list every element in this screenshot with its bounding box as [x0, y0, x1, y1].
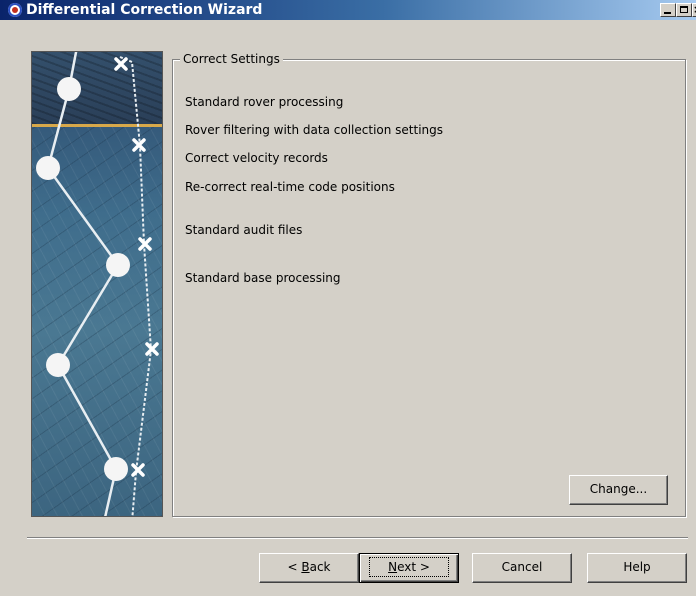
wizard-window: Differential Correction Wizard ×: [0, 0, 696, 596]
back-mnemonic: B: [301, 560, 310, 574]
back-prefix: <: [287, 560, 302, 574]
window-title: Differential Correction Wizard: [26, 2, 263, 18]
x-marker: [131, 463, 145, 477]
minimize-button[interactable]: [660, 3, 676, 17]
next-focus-ring: Next >: [369, 557, 449, 577]
circle-path-line: [46, 52, 120, 516]
button-separator: [27, 537, 688, 539]
minimize-icon: [664, 12, 671, 14]
setting-audit-files: Standard audit files: [185, 223, 303, 237]
back-rest: ack: [309, 560, 331, 574]
change-button-label: Change...: [589, 482, 648, 496]
x-marker: [145, 342, 159, 356]
group-legend: Correct Settings: [180, 51, 283, 67]
circle-marker: [36, 156, 60, 180]
app-icon[interactable]: [8, 3, 22, 17]
cancel-button[interactable]: Cancel: [472, 553, 572, 583]
back-button[interactable]: < Back: [259, 553, 359, 583]
next-rest: ext >: [397, 560, 430, 574]
maximize-button[interactable]: [676, 3, 692, 17]
next-mnemonic: N: [388, 560, 398, 574]
close-button[interactable]: ×: [692, 3, 696, 17]
gps-path-graphic: [36, 52, 159, 516]
title-bar[interactable]: Differential Correction Wizard ×: [0, 0, 696, 20]
circle-marker: [46, 353, 70, 377]
help-button-label: Help: [623, 560, 651, 574]
circle-marker: [104, 457, 128, 481]
setting-standard-rover: Standard rover processing: [185, 95, 344, 109]
wizard-side-graphic: [31, 51, 163, 517]
cancel-button-label: Cancel: [501, 560, 543, 574]
x-marker: [138, 237, 152, 251]
circle-marker: [106, 253, 130, 277]
maximize-icon: [680, 6, 688, 13]
x-path-line: [119, 56, 153, 516]
setting-recorrect-realtime: Re-correct real-time code positions: [185, 180, 395, 194]
help-button[interactable]: Help: [587, 553, 687, 583]
x-marker: [114, 57, 128, 71]
circle-marker: [57, 77, 81, 101]
setting-rover-filtering: Rover filtering with data collection set…: [185, 123, 444, 137]
change-button[interactable]: Change...: [569, 475, 668, 505]
next-button[interactable]: Next >: [359, 553, 459, 583]
setting-correct-velocity: Correct velocity records: [185, 151, 328, 165]
setting-base-processing: Standard base processing: [185, 271, 341, 285]
